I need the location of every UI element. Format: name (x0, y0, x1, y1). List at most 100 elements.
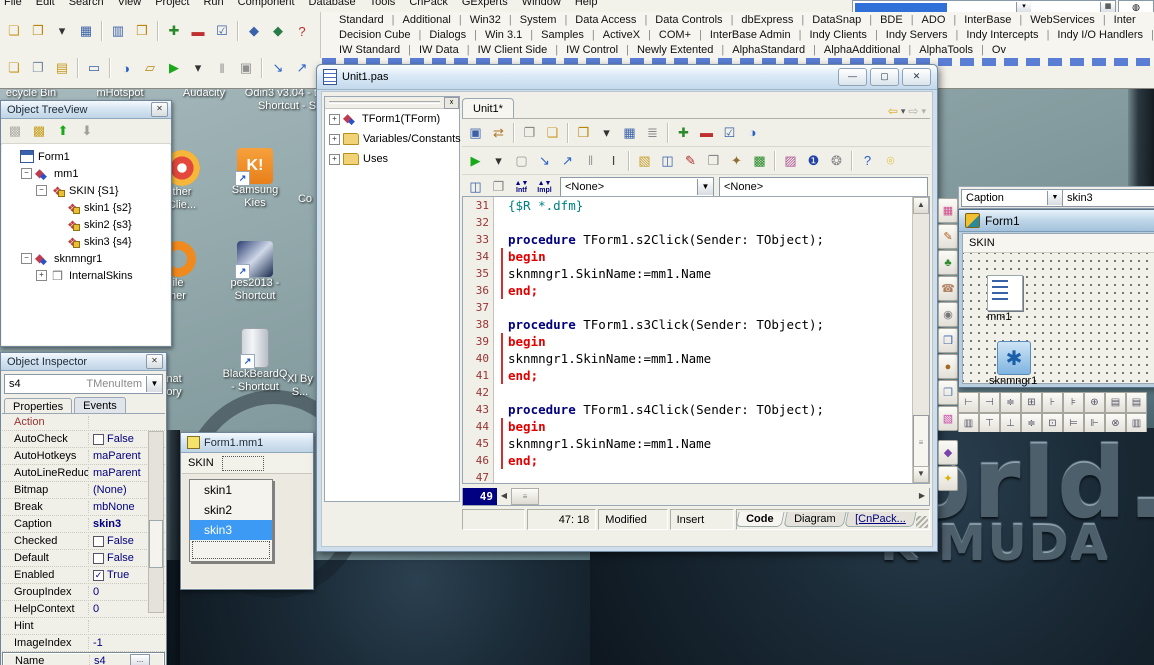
palette-tool-icon[interactable]: ▦ (938, 198, 958, 223)
unit-info-icon[interactable]: ◑ (741, 121, 764, 144)
menu-file[interactable]: File (4, 0, 22, 8)
menu-search[interactable]: Search (69, 0, 104, 8)
windows-help-icon[interactable]: ? (290, 19, 314, 43)
maximize-icon[interactable]: ▢ (870, 68, 899, 86)
palette-tab-indy-servers[interactable]: Indy Servers (878, 29, 956, 41)
property-select-combo[interactable]: Caption ▼ (961, 189, 1063, 207)
navigate-back-icon[interactable]: ⇦ (888, 104, 898, 118)
object-inspector-titlebar[interactable]: Object Inspector ✕ (1, 353, 166, 371)
bottom-tab-cnpack[interactable]: [CnPack... (845, 512, 917, 527)
menu-edit[interactable]: Edit (36, 0, 55, 8)
edit-code-icon[interactable]: ✎ (679, 149, 702, 172)
close-icon[interactable]: ✕ (902, 68, 931, 86)
checkbox-icon[interactable] (93, 434, 104, 445)
palette-tab-bde[interactable]: BDE (872, 14, 911, 26)
explorer-icon[interactable]: ▧ (633, 149, 656, 172)
center-in-window-h-icon[interactable]: ⊕ (1084, 392, 1105, 413)
new-item-icon[interactable]: ▩ (3, 119, 27, 143)
trace-into-icon[interactable]: ↘ (533, 149, 556, 172)
palette-tab-activex[interactable]: ActiveX (595, 29, 648, 41)
new-items-icon[interactable]: ❏ (2, 19, 26, 43)
caret-tool-icon[interactable]: I (602, 149, 625, 172)
extra-h-icon[interactable]: ▥ (958, 413, 979, 432)
bottom-tab-code[interactable]: Code (736, 512, 785, 527)
make-same-height-icon[interactable]: ▥ (1126, 413, 1147, 432)
window-list-icon[interactable]: ▭ (82, 56, 106, 80)
checkbox-icon[interactable]: ✓ (93, 570, 104, 581)
palette-tab-win32[interactable]: Win32 (462, 14, 509, 26)
program-reset-icon[interactable]: ▣ (234, 56, 258, 80)
add-file-icon[interactable]: ✚ (672, 121, 695, 144)
implementation-combo[interactable]: <None> (719, 177, 928, 197)
step-over-icon[interactable]: ↗ (556, 149, 579, 172)
palette-tab-iw-client-side[interactable]: IW Client Side (470, 44, 556, 56)
palette-tab-interbase[interactable]: InterBase (956, 14, 1019, 26)
vertical-scrollbar[interactable]: ▲ ≡ ▼ (912, 197, 929, 483)
align-left-edges-icon[interactable]: ⊢ (958, 392, 979, 413)
menu-cnpack[interactable]: CnPack (409, 0, 448, 8)
property-value[interactable]: s4... (90, 654, 164, 665)
palette-tab-data-controls[interactable]: Data Controls (647, 14, 730, 26)
treeview-item-skin-s1-[interactable]: −SKIN {S1} (2, 182, 170, 199)
code-area[interactable]: 313233343536373839404142434445464748 {$R… (462, 196, 930, 484)
palette-tab-dialogs[interactable]: Dialogs (421, 29, 474, 41)
close-icon[interactable]: ✕ (146, 354, 163, 369)
empty-menu-slot[interactable] (222, 456, 264, 471)
desktop-icon-pes2013-[interactable]: ↗pes2013 -Shortcut (224, 241, 286, 303)
wizard-icon[interactable]: ✦ (725, 149, 748, 172)
expand-icon[interactable]: + (329, 154, 340, 165)
palette-tab-dbexpress[interactable]: dbExpress (733, 14, 801, 26)
todo-list-icon[interactable]: ☑ (718, 121, 741, 144)
palette-tab-data-access[interactable]: Data Access (567, 14, 644, 26)
trace-into-icon[interactable]: ↘ (266, 56, 290, 80)
menu-gexperts[interactable]: GExperts (462, 0, 508, 8)
explorer-item-variables-constants[interactable]: +Variables/Constants (325, 129, 459, 149)
align-right-edges-icon[interactable]: ⊣ (979, 392, 1000, 413)
scroll-down-icon[interactable]: ▼ (913, 466, 929, 483)
menu-window[interactable]: Window (522, 0, 561, 8)
build-icon[interactable]: ≣ (641, 121, 664, 144)
palette-tab-indy-i-o-handlers[interactable]: Indy I/O Handlers (1049, 29, 1151, 41)
run-icon[interactable]: ▶ (162, 56, 186, 80)
help-index-icon[interactable]: ◆ (266, 19, 290, 43)
move-up-icon[interactable]: ⬆ (51, 119, 75, 143)
expand-icon[interactable]: + (329, 114, 340, 125)
menu-view[interactable]: View (118, 0, 142, 8)
line-numbers-icon[interactable]: ❶ (802, 149, 825, 172)
palette-tab-interbase-admin[interactable]: InterBase Admin (702, 29, 799, 41)
remove-file-icon[interactable]: ▬ (695, 121, 718, 144)
menu-help[interactable]: Help (575, 0, 598, 8)
center-in-window-v-icon[interactable]: ⊗ (1105, 413, 1126, 432)
editor-titlebar[interactable]: Unit1.pas — ▢ ✕ (317, 65, 937, 90)
palette-tab-win-3-1[interactable]: Win 3.1 (477, 29, 530, 41)
palette-tab-system[interactable]: System (512, 14, 565, 26)
palette-tab-com-[interactable]: COM+ (651, 29, 699, 41)
project-options-icon[interactable]: ☑ (210, 19, 234, 43)
gexperts-tool-icon[interactable]: ✦ (938, 466, 958, 491)
scroll-up-icon[interactable]: ▲ (913, 197, 929, 214)
phone-tool-icon[interactable]: ☎ (938, 276, 958, 301)
palette-tab-ov[interactable]: Ov (984, 44, 1014, 56)
inspector-scrollbar[interactable] (148, 431, 164, 613)
scroll-left-icon[interactable]: ◀ (497, 488, 511, 505)
align-tops-icon[interactable]: ⊤ (979, 413, 1000, 432)
palette-tab-decision-cube[interactable]: Decision Cube (331, 29, 419, 41)
toggle-form-unit-icon[interactable]: ⇄ (487, 121, 510, 144)
help-icon[interactable]: ? (856, 149, 879, 172)
bottom-tab-diagram[interactable]: Diagram (783, 512, 846, 527)
treeview-item-mm1[interactable]: −mm1 (2, 165, 170, 182)
window-gear-tool-icon[interactable]: ❒ (938, 328, 958, 353)
palette-tab-alphatools[interactable]: AlphaTools (911, 44, 981, 56)
tile-windows-icon[interactable]: ▤ (50, 56, 74, 80)
align-to-grid-icon[interactable]: ⊞ (1021, 392, 1042, 413)
editor-gutter[interactable]: 313233343536373839404142434445464748 (463, 197, 494, 483)
back-dropdown-icon[interactable]: ▾ (901, 106, 906, 117)
menu-tools[interactable]: Tools (370, 0, 396, 8)
checkbox-icon[interactable] (93, 536, 104, 547)
remove-file-from-project-icon[interactable]: ▬ (186, 19, 210, 43)
palette-tab-datasnap[interactable]: DataSnap (804, 14, 869, 26)
view-form-icon[interactable]: ▱ (138, 56, 162, 80)
refactor-icon[interactable]: ▩ (748, 149, 771, 172)
tab-unit1[interactable]: Unit1* (462, 98, 514, 118)
menu-item-skin1[interactable]: skin1 (190, 480, 272, 500)
